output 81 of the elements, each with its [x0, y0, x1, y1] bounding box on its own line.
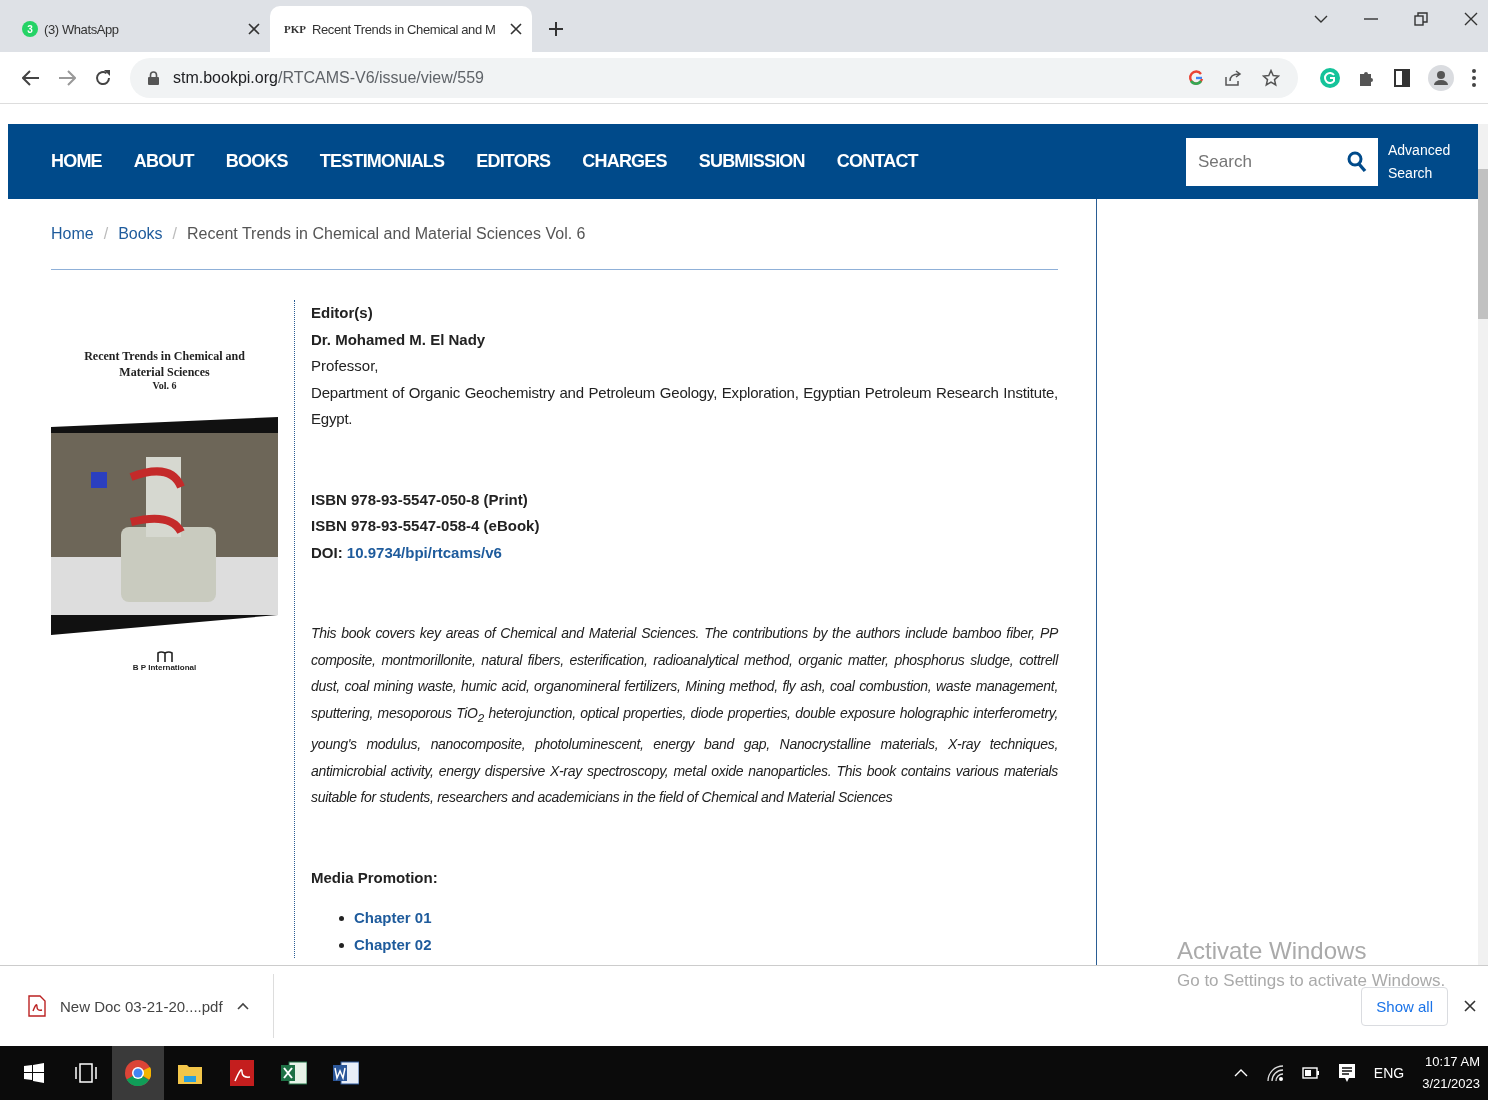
publisher-name: B P International: [132, 663, 197, 672]
chevron-down-icon[interactable]: [1314, 14, 1328, 24]
doi-link[interactable]: 10.9734/bpi/rtcams/v6: [346, 543, 502, 561]
book-cover[interactable]: Recent Trends in Chemical and Material Sciences Vol. 6 B P International: [51, 300, 278, 959]
nav-link[interactable]: ABOUT: [133, 151, 194, 172]
taskbar-app[interactable]: [112, 1046, 164, 1100]
tab-title: (3) WhatsApp: [44, 21, 120, 37]
share-icon[interactable]: [1224, 68, 1242, 87]
pdf-reader-icon: [230, 1060, 254, 1086]
media-promotion-heading: Media Promotion:: [311, 867, 439, 888]
nav-link[interactable]: TESTIMONIALS: [319, 151, 445, 172]
reload-icon[interactable]: [94, 68, 112, 87]
pdf-file-icon: [28, 995, 46, 1017]
browser-tab[interactable]: 3 (3) WhatsApp: [8, 6, 270, 52]
editor-name: Dr. Mohamed M. El Nady: [311, 329, 487, 350]
editors-heading: Editor(s): [311, 303, 374, 323]
address-field[interactable]: stm.bookpi.org/RTCAMS-V6/issue/view/559: [130, 57, 1298, 98]
isbn-text: ISBN 978-93-5547-058-4 (eBook): [311, 516, 541, 536]
wifi-icon[interactable]: [1265, 1064, 1284, 1082]
back-arrow-icon[interactable]: [22, 69, 40, 86]
task-view-icon: [75, 1063, 97, 1083]
document-editor-icon: [333, 1060, 359, 1086]
profile-avatar-icon[interactable]: [1428, 64, 1454, 91]
nav-link[interactable]: SUBMISSION: [698, 151, 805, 172]
tab-title: Recent Trends in Chemical and M: [312, 21, 497, 37]
cover-volume: Vol. 6: [152, 380, 177, 391]
nav-link[interactable]: CONTACT: [836, 151, 918, 172]
scrollbar-thumb[interactable]: [1478, 169, 1488, 319]
close-icon[interactable]: [1464, 12, 1478, 26]
language-indicator[interactable]: ENG: [1373, 1065, 1405, 1081]
site-favicon: PKP: [284, 23, 306, 35]
search-icon: [1347, 150, 1367, 173]
book-logo-icon: [156, 651, 173, 663]
new-tab-icon[interactable]: [548, 21, 564, 37]
cover-title: Recent Trends in Chemical and Material Sciences: [84, 348, 245, 380]
editor-title: Professor,: [311, 356, 380, 376]
editor-affiliation: Department of Organic Geochemistry and Petroleum Geology, Exploration, Egyptian Petroleum Research Institute, Egypt.: [311, 382, 1058, 429]
windows-logo-icon: [24, 1063, 44, 1083]
breadcrumb-link[interactable]: Books: [118, 225, 163, 243]
nav-link[interactable]: CHARGES: [582, 151, 667, 172]
notification-icon[interactable]: [1337, 1063, 1356, 1083]
bullet-icon: [339, 942, 344, 948]
nav-link[interactable]: HOME: [51, 151, 102, 172]
clock[interactable]: 10:17 AM 3/21/2023: [1422, 1051, 1480, 1095]
chapter-link[interactable]: Chapter 02: [354, 931, 432, 959]
breadcrumb-separator: /: [172, 225, 178, 243]
bullet-icon: [339, 916, 344, 922]
isbn-text: ISBN 978-93-5547-050-8 (Print): [311, 489, 529, 510]
close-icon[interactable]: [1464, 1000, 1476, 1012]
breadcrumb-link[interactable]: Home: [51, 225, 94, 243]
close-icon[interactable]: [510, 23, 522, 35]
search-button[interactable]: [1336, 137, 1378, 186]
nav-link[interactable]: EDITORS: [476, 151, 551, 172]
whatsapp-badge-icon: 3: [22, 21, 38, 37]
search-field[interactable]: Search: [1186, 137, 1336, 186]
star-icon[interactable]: [1262, 68, 1280, 87]
nav-link[interactable]: BOOKS: [225, 151, 288, 172]
restore-icon[interactable]: [1414, 12, 1428, 26]
browser-tab[interactable]: PKP Recent Trends in Chemical and M: [270, 6, 532, 52]
caret-up-icon[interactable]: [236, 1002, 249, 1010]
doi-label: DOI:: [311, 543, 343, 561]
battery-icon[interactable]: [1301, 1067, 1320, 1079]
breadcrumb-current: Recent Trends in Chemical and Material Sciences Vol. 6: [187, 225, 586, 243]
spreadsheet-icon: [281, 1060, 307, 1086]
google-g-icon[interactable]: [1188, 69, 1204, 86]
download-item[interactable]: New Doc 03-21-20....pdf: [28, 974, 274, 1038]
activation-title: Activate Windows: [1177, 937, 1368, 965]
close-icon[interactable]: [248, 23, 260, 35]
chapter-link[interactable]: Chapter 01: [354, 905, 432, 932]
more-menu-icon[interactable]: [1472, 68, 1476, 87]
show-all-button[interactable]: Show all: [1361, 986, 1448, 1026]
chevron-up-icon[interactable]: [1233, 1069, 1248, 1077]
lock-icon: [148, 70, 159, 85]
forward-arrow-icon[interactable]: [58, 69, 76, 86]
scrollbar[interactable]: [1478, 124, 1488, 965]
side-panel-icon[interactable]: [1394, 68, 1410, 87]
chrome-logo-icon: [125, 1060, 151, 1086]
folder-icon: [178, 1062, 202, 1084]
advanced-search-link[interactable]: Advanced Search: [1388, 138, 1468, 185]
breadcrumb-separator: /: [103, 225, 109, 243]
book-description: This book covers key areas of Chemical and Material Sciences. The contributions by the authors include bamboo fiber, PP composite, montmorillonite, natural fibers, esterification, radioanalytical method, organic matter, phosphorus sludge, cottrell dust, coal mining waste, humic acid, organomineral fertilizers, Mining method, fly ash, coal combustion, waste management, sputtering, mesoporous TiO$_{2}$ heterojunction, optical properties, diode properties, double exposure holographic interferometry, young's modulus, nanocomposite, photoluminescent, energy band gap, Nanocrystalline materials, X-ray techniques, antimicrobial activity, energy dispersive X-ray spectroscopy, metal oxide nanoparticles. This book contains various materials suitable for students, researchers and academicians in the field of Chemical and Material Sciences: [311, 624, 1058, 808]
